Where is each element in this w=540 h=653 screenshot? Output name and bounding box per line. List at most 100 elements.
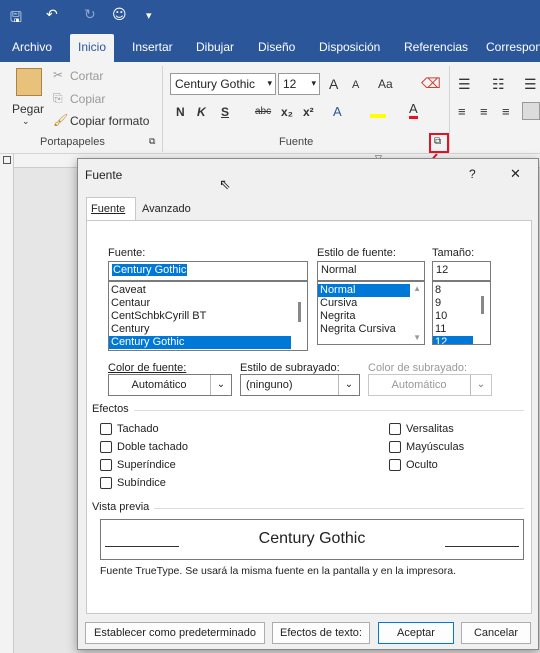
- text-effects-icon[interactable]: A: [333, 104, 342, 119]
- list-item[interactable]: Negrita: [318, 310, 424, 323]
- quick-access-toolbar: 🖫 ↶ ↻ ☺ ▾: [0, 0, 540, 32]
- list-item[interactable]: Negrita Cursiva: [318, 323, 424, 336]
- font-name-combo[interactable]: Century Gothic ▾: [170, 73, 276, 95]
- font-name-input[interactable]: Century Gothic: [108, 261, 308, 281]
- font-color-value: Automático: [131, 379, 187, 391]
- preview-label: Vista previa: [92, 501, 150, 513]
- tab-insertar[interactable]: Insertar: [132, 40, 173, 54]
- text-effects-button[interactable]: Efectos de texto:: [272, 622, 370, 644]
- list-item[interactable]: 11: [433, 323, 490, 336]
- touch-mode-icon[interactable]: ☺: [112, 7, 127, 23]
- scroll-down-icon[interactable]: ▼: [413, 333, 421, 342]
- strikethrough-checkbox[interactable]: [100, 423, 112, 435]
- list-item[interactable]: CentSchbkCyrill BT: [109, 310, 307, 323]
- divider: [154, 508, 524, 509]
- font-size-combo[interactable]: 12 ▾: [278, 73, 320, 95]
- set-default-button[interactable]: Establecer como predeterminado: [85, 622, 265, 644]
- double-strikethrough-label[interactable]: Doble tachado: [117, 441, 188, 453]
- font-dialog-launcher-icon[interactable]: ⧉: [434, 136, 441, 147]
- shrink-font-icon[interactable]: A: [352, 79, 359, 91]
- superscript-button[interactable]: x²: [303, 105, 314, 119]
- list-item[interactable]: Centaur: [109, 297, 307, 310]
- superscript-checkbox[interactable]: [100, 459, 112, 471]
- tab-referencias[interactable]: Referencias: [404, 40, 468, 54]
- numbering-icon[interactable]: ☷: [492, 76, 505, 93]
- list-item-selected[interactable]: 12: [433, 336, 473, 344]
- align-right-icon[interactable]: ≡: [502, 104, 510, 119]
- chevron-down-icon[interactable]: ▾: [311, 78, 316, 89]
- change-case-icon[interactable]: Aa: [378, 77, 393, 91]
- font-list-scrollbar[interactable]: [298, 302, 301, 322]
- ribbon-tab-bar: Archivo Inicio Insertar Dibujar Diseño D…: [0, 32, 540, 62]
- highlight-color-icon[interactable]: [370, 104, 386, 118]
- subscript-checkbox[interactable]: [100, 477, 112, 489]
- tab-selector-icon[interactable]: [3, 156, 11, 164]
- hidden-label[interactable]: Oculto: [406, 459, 438, 471]
- align-left-icon[interactable]: ≡: [458, 104, 466, 119]
- font-style-input[interactable]: Normal: [317, 261, 425, 281]
- list-item[interactable]: Caveat: [109, 284, 307, 297]
- redo-icon: ↻: [84, 7, 96, 23]
- font-color-dropdown[interactable]: Automático ⌄: [108, 374, 232, 396]
- font-size-input[interactable]: 12: [432, 261, 491, 281]
- list-item-selected[interactable]: Normal: [318, 284, 410, 297]
- dialog-title: Fuente: [85, 168, 123, 182]
- scroll-up-icon[interactable]: ▲: [413, 284, 421, 293]
- help-button[interactable]: ?: [469, 167, 476, 181]
- format-painter-button[interactable]: Copiar formato: [70, 114, 149, 128]
- grow-font-icon[interactable]: A: [329, 76, 338, 92]
- list-item-selected[interactable]: Century Gothic: [109, 336, 291, 349]
- tab-disposicion[interactable]: Disposición: [319, 40, 380, 54]
- strikethrough-label[interactable]: Tachado: [117, 423, 159, 435]
- paste-button[interactable]: Pegar: [12, 102, 44, 116]
- format-painter-icon[interactable]: 🖌: [53, 113, 68, 127]
- font-style-list[interactable]: Normal Cursiva Negrita Negrita Cursiva ▲…: [317, 281, 425, 345]
- font-color-icon[interactable]: A: [409, 102, 418, 119]
- save-icon[interactable]: 🖫: [10, 7, 22, 31]
- ok-button[interactable]: Aceptar: [378, 622, 454, 644]
- subscript-label[interactable]: Subíndice: [117, 477, 166, 489]
- all-caps-checkbox[interactable]: [389, 441, 401, 453]
- paste-icon[interactable]: [16, 68, 42, 96]
- bold-button[interactable]: N: [176, 105, 185, 119]
- font-list[interactable]: Caveat Centaur CentSchbkCyrill BT Centur…: [108, 281, 308, 351]
- small-caps-label[interactable]: Versalitas: [406, 423, 454, 435]
- font-name-input-value: Century Gothic: [112, 264, 188, 276]
- justify-icon[interactable]: [522, 102, 540, 120]
- tab-archivo[interactable]: Archivo: [12, 40, 52, 54]
- small-caps-checkbox[interactable]: [389, 423, 401, 435]
- clear-format-icon[interactable]: ⌫: [421, 75, 441, 92]
- hidden-checkbox[interactable]: [389, 459, 401, 471]
- cancel-button[interactable]: Cancelar: [461, 622, 531, 644]
- tab-diseno[interactable]: Diseño: [258, 40, 295, 54]
- list-item[interactable]: Century: [109, 323, 307, 336]
- vertical-ruler: [0, 154, 14, 653]
- clipboard-launcher-icon[interactable]: ⧉: [149, 136, 155, 147]
- subscript-button[interactable]: x₂: [281, 105, 293, 119]
- all-caps-label[interactable]: Mayúsculas: [406, 441, 464, 453]
- tab-avanzado[interactable]: Avanzado: [142, 203, 191, 215]
- tab-dibujar[interactable]: Dibujar: [196, 40, 234, 54]
- customize-qat-icon[interactable]: ▾: [146, 9, 152, 22]
- chevron-down-icon[interactable]: ▾: [267, 78, 272, 89]
- chevron-down-icon[interactable]: ⌄: [210, 375, 231, 395]
- paste-dropdown-icon[interactable]: ⌄: [22, 116, 30, 127]
- clipboard-group-label: Portapapeles: [40, 136, 105, 148]
- close-button[interactable]: ✕: [510, 166, 521, 182]
- font-size-list[interactable]: 8 9 10 11 12: [432, 281, 491, 345]
- double-strikethrough-checkbox[interactable]: [100, 441, 112, 453]
- list-item[interactable]: Cursiva: [318, 297, 424, 310]
- tab-inicio[interactable]: Inicio: [70, 34, 115, 62]
- bullets-icon[interactable]: ☰: [458, 76, 471, 93]
- align-center-icon[interactable]: ≡: [480, 104, 488, 119]
- underline-style-dropdown[interactable]: (ninguno) ⌄: [240, 374, 360, 396]
- chevron-down-icon[interactable]: ⌄: [338, 375, 359, 395]
- strikethrough-button[interactable]: abc: [255, 106, 271, 117]
- size-list-scrollbar[interactable]: [481, 296, 484, 314]
- multilevel-list-icon[interactable]: ☰: [524, 76, 537, 93]
- tab-correspondencia[interactable]: Correspon: [486, 40, 540, 54]
- undo-icon[interactable]: ↶: [46, 7, 58, 23]
- italic-button[interactable]: K: [197, 105, 206, 119]
- underline-button[interactable]: S: [221, 105, 229, 119]
- superscript-label[interactable]: Superíndice: [117, 459, 176, 471]
